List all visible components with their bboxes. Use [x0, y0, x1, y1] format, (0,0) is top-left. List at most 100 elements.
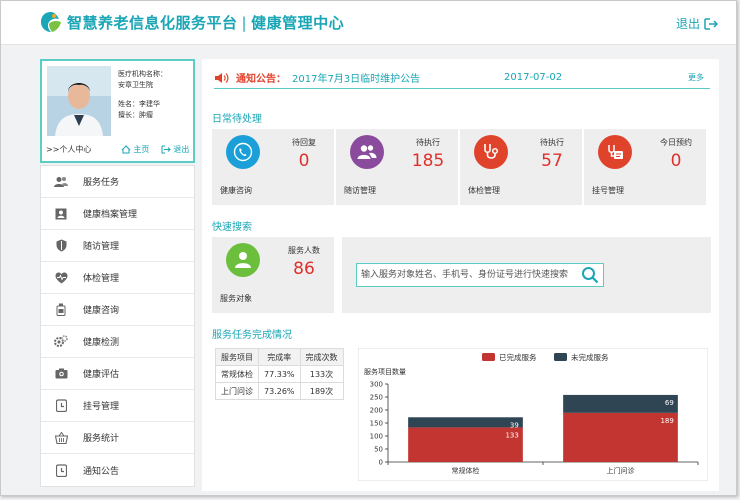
- daily-card-label: 随访管理: [344, 186, 376, 195]
- camera-icon: [53, 366, 69, 382]
- register-icon: [608, 145, 623, 159]
- daily-card-registration[interactable]: 挂号管理 今日预约 0: [584, 129, 706, 205]
- person-icon: [235, 252, 251, 268]
- notice-link[interactable]: 2017年7月3日临时维护公告: [292, 70, 420, 85]
- daily-card-consultation[interactable]: 健康咨询 待回复 0: [212, 129, 334, 205]
- platform-name: 智慧养老信息化服务平台: [67, 14, 238, 32]
- daily-card-label: 健康咨询: [220, 186, 252, 195]
- legend-swatch: [554, 353, 567, 361]
- x-tick-label: 常规体检: [452, 466, 480, 475]
- users-icon: [53, 174, 69, 190]
- y-tick-label: 250: [370, 394, 383, 402]
- y-tick-label: 0: [379, 459, 383, 467]
- table-header: 完成次数: [299, 348, 344, 366]
- bar-data-label: 189: [660, 417, 673, 425]
- bar-data-label: 133: [505, 431, 518, 439]
- stacked-bar-chart: 已完成服务 未完成服务服务项目数量 0 50 100 150 200 250 300 133 39 常…: [357, 347, 709, 482]
- table-row: 上门问诊 73.26% 189次: [215, 382, 344, 400]
- quick-search-input[interactable]: [356, 263, 604, 287]
- service-target-label: 服务对象: [220, 294, 252, 303]
- menu-item-followup[interactable]: 随访管理: [41, 230, 194, 262]
- home-link[interactable]: 主页: [121, 144, 149, 155]
- daily-card-icon-bg: [350, 135, 384, 169]
- completion-section-title: 服务任务完成情况: [212, 330, 292, 341]
- daily-card-count: 57: [541, 151, 563, 171]
- daily-card-count: 0: [298, 151, 310, 171]
- notice-label: 通知公告：: [236, 74, 286, 85]
- menu-item-service-tasks[interactable]: 服务任务: [41, 166, 194, 198]
- notice-more-link[interactable]: 更多: [688, 72, 704, 83]
- left-panel: 医疗机构名称： 安章卫生院 姓名：李建华 擅长：肿瘤 >>个人中心 主页 退出: [40, 59, 195, 491]
- daily-card-icon-bg: [598, 135, 632, 169]
- table-cell: 189次: [299, 382, 344, 400]
- menu-label: 健康档案管理: [83, 210, 138, 220]
- table-row: 常规体检 77.33% 133次: [215, 365, 344, 383]
- menu-item-health-records[interactable]: 健康档案管理: [41, 198, 194, 230]
- search-panel: [342, 237, 711, 313]
- bottle-icon: [53, 302, 69, 318]
- basket-icon: [53, 430, 69, 446]
- logout-icon: [704, 17, 718, 30]
- menu-item-health-assessment[interactable]: 健康评估: [41, 358, 194, 390]
- daily-card-status: 待执行: [416, 138, 440, 147]
- daily-card-status: 待回复: [292, 138, 316, 147]
- app-window: 智慧养老信息化服务平台 | 健康管理中心 退出 医疗机构名称： 安章卫生院 姓名…: [0, 0, 737, 496]
- doctor-info: 医疗机构名称： 安章卫生院 姓名：李建华 擅长：肿瘤: [118, 69, 167, 121]
- bar-segment: [408, 417, 523, 428]
- org-label: 医疗机构名称：: [118, 70, 167, 78]
- menu-label: 服务任务: [83, 178, 120, 188]
- top-header: 智慧养老信息化服务平台 | 健康管理中心 退出: [1, 1, 736, 45]
- menu-item-consultation[interactable]: 健康咨询: [41, 294, 194, 326]
- service-target-card[interactable]: 服务对象 服务人数 86: [212, 237, 334, 313]
- title-separator: |: [241, 14, 248, 32]
- phone-icon: [233, 142, 253, 162]
- daily-card-followup[interactable]: 随访管理 待执行 185: [336, 129, 458, 205]
- sidebar-menu: 服务任务 健康档案管理 随访管理 体检管理 健康咨询 健康检测 健康评估 挂号管…: [40, 165, 195, 487]
- speaker-icon: [215, 72, 229, 83]
- bar-segment: [563, 394, 678, 413]
- bar-data-label: 39: [510, 421, 519, 429]
- y-tick-label: 100: [370, 433, 383, 441]
- profile-card: 医疗机构名称： 安章卫生院 姓名：李建华 擅长：肿瘤 >>个人中心 主页 退出: [40, 59, 195, 163]
- logout-button[interactable]: 退出: [676, 15, 718, 32]
- menu-item-registration[interactable]: 挂号管理: [41, 390, 194, 422]
- table-header: 服务项目: [215, 348, 259, 366]
- menu-item-statistics[interactable]: 服务统计: [41, 422, 194, 454]
- daily-card-icon-bg: [474, 135, 508, 169]
- main-content: 通知公告： 2017年7月3日临时维护公告 2017-07-02 更多 日常待处…: [202, 59, 719, 491]
- menu-label: 健康检测: [83, 338, 120, 348]
- shield-icon: [53, 238, 69, 254]
- bar-data-label: 69: [665, 399, 674, 407]
- logo-icon: [41, 12, 61, 32]
- search-button[interactable]: [580, 266, 600, 284]
- daily-card-physical-exam[interactable]: 体检管理 待执行 57: [460, 129, 582, 205]
- doctor-avatar: [47, 66, 111, 136]
- table-cell: 上门问诊: [215, 382, 259, 400]
- menu-label: 健康评估: [83, 370, 120, 380]
- menu-label: 服务统计: [83, 434, 120, 444]
- table-header-row: 服务项目 完成率 完成次数: [215, 348, 344, 366]
- legend-label: 未完成服务: [571, 352, 609, 362]
- y-axis-label: 服务项目数量: [364, 367, 406, 376]
- x-tick-label: 上门问诊: [607, 466, 635, 475]
- daily-card-label: 挂号管理: [592, 186, 624, 195]
- menu-item-announcements[interactable]: 通知公告: [41, 454, 194, 486]
- menu-label: 体检管理: [83, 274, 120, 284]
- home-icon: [122, 144, 131, 153]
- menu-item-physical-exam[interactable]: 体检管理: [41, 262, 194, 294]
- org-name: 安章卫生院: [118, 81, 153, 89]
- exit-label: 退出: [173, 144, 190, 154]
- clock-icon: [53, 462, 69, 478]
- doctor-name: 姓名：李建华: [118, 100, 160, 108]
- table-cell: 常规体检: [215, 365, 259, 383]
- legend-swatch: [482, 353, 495, 361]
- doctor-specialty: 擅长：肿瘤: [118, 111, 153, 119]
- menu-item-health-monitoring[interactable]: 健康检测: [41, 326, 194, 358]
- profile-links: >>个人中心 主页 退出: [46, 141, 191, 157]
- personal-center-link[interactable]: >>个人中心: [46, 144, 91, 155]
- table-cell: 77.33%: [258, 365, 301, 383]
- menu-label: 随访管理: [83, 242, 120, 252]
- logout-label: 退出: [675, 17, 700, 31]
- notice-date: 2017-07-02: [504, 72, 563, 83]
- profile-exit-link[interactable]: 退出: [161, 144, 189, 155]
